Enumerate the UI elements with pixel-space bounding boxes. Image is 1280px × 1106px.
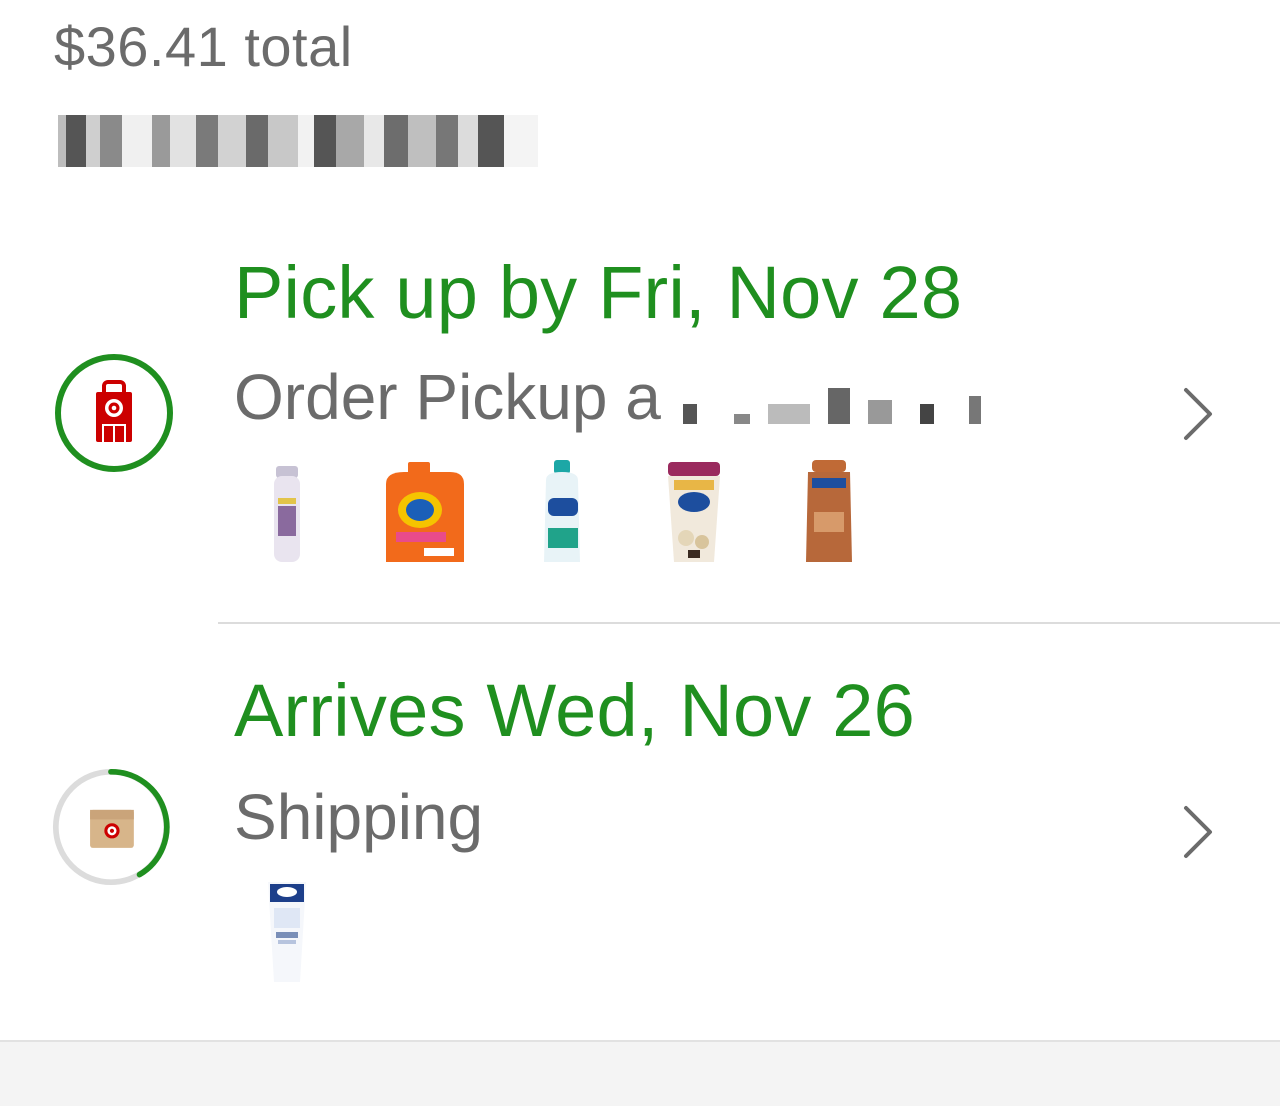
shipping-title: Arrives Wed, Nov 26 [234, 669, 916, 752]
shipping-chevron-right-icon[interactable] [1180, 804, 1216, 860]
vaseline-lotion-thumbnail [774, 458, 894, 568]
tide-detergent-thumbnail [364, 458, 504, 568]
pickup-location-redacted [682, 365, 982, 439]
pickup-fulfillment-row[interactable]: Pick up by Fri, Nov 28 Order Pickup a [0, 0, 1280, 620]
bottom-section-bar [0, 1040, 1280, 1106]
air-freshener-spray-thumbnail [234, 458, 364, 568]
pickup-item-thumbnails [234, 458, 894, 568]
store-pickup-icon [96, 380, 132, 442]
downy-fabric-softener-thumbnail [504, 458, 624, 568]
shipping-fulfillment-row[interactable]: Arrives Wed, Nov 26 Shipping [0, 624, 1280, 1040]
shipping-status-ring [52, 768, 170, 886]
pickup-status-ring [55, 354, 173, 472]
pickup-chevron-right-icon[interactable] [1180, 386, 1216, 442]
pickup-subtitle-text: Order Pickup a [234, 361, 661, 433]
pickup-subtitle: Order Pickup a [234, 360, 982, 439]
shipping-box-icon [90, 809, 134, 848]
crest-toothpaste-thumbnail [234, 880, 344, 990]
shipping-subtitle: Shipping [234, 781, 484, 853]
downy-scent-beads-thumbnail [624, 458, 774, 568]
shipping-item-thumbnails [234, 880, 344, 990]
pickup-title: Pick up by Fri, Nov 28 [234, 251, 963, 334]
